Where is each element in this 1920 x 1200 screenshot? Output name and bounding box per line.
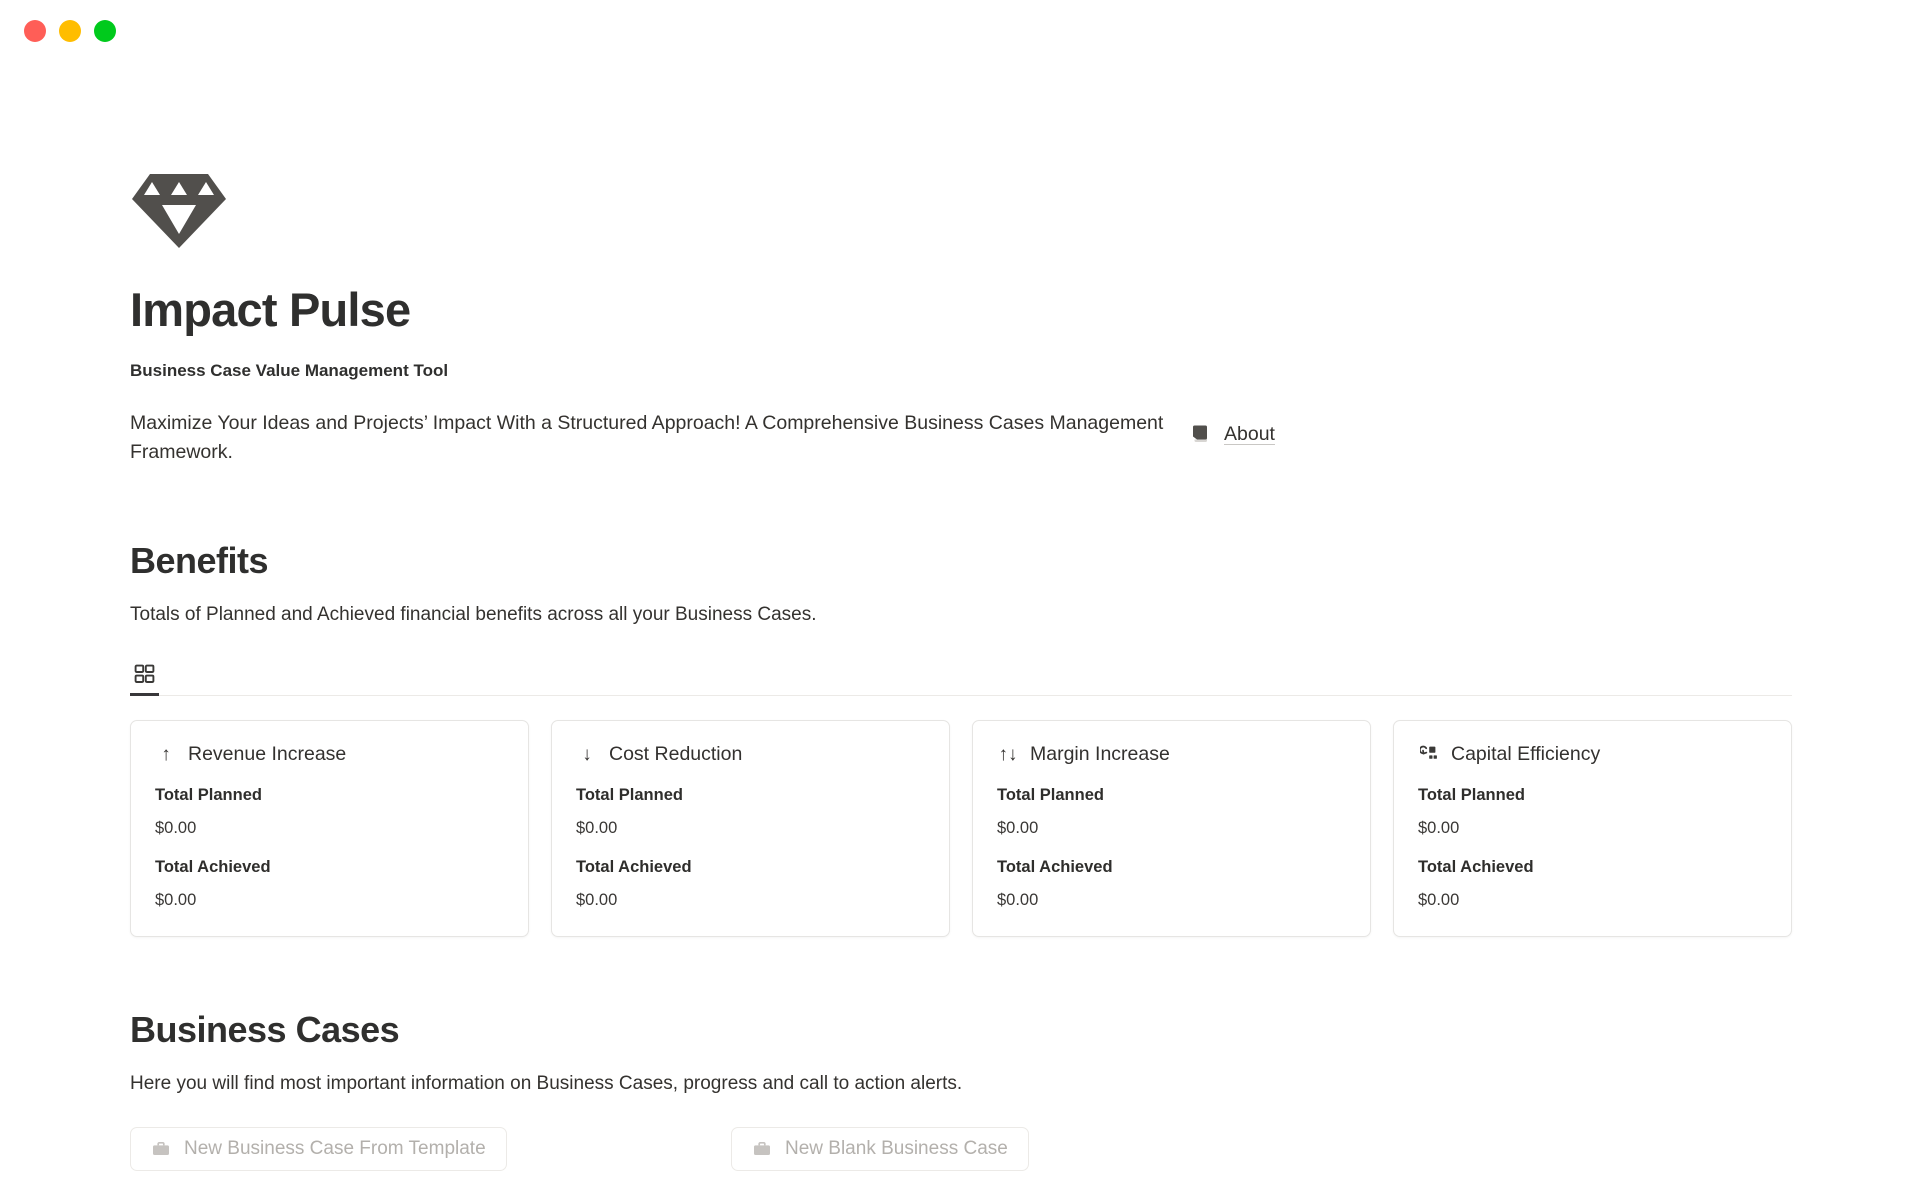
total-achieved-value: $0.00 [1418,890,1460,909]
total-achieved-value: $0.00 [576,890,618,909]
total-planned-value: $0.00 [155,818,197,837]
card-header: ↑↓ Margin Increase [997,743,1346,766]
total-planned-value: $0.00 [1418,818,1460,837]
total-planned-label: Total Planned [155,785,262,804]
new-blank-business-case-button[interactable]: New Blank Business Case [731,1126,1029,1171]
benefit-card-margin-increase[interactable]: ↑↓ Margin Increase Total Planned $0.00 T… [972,719,1371,937]
card-title: Capital Efficiency [1451,742,1601,765]
diamond-icon [132,174,226,248]
business-cases-actions: New Business Case From Template New Blan… [130,1126,1310,1171]
benefit-cards: ↑ Revenue Increase Total Planned $0.00 T… [130,719,1792,937]
window-minimize-button[interactable] [59,20,81,42]
total-achieved-value: $0.00 [997,890,1039,909]
app-subtitle: Business Case Value Management Tool [130,360,449,380]
benefits-viewbar [130,654,1792,696]
hierarchy-icon [1418,743,1440,765]
total-achieved-label: Total Achieved [1418,857,1534,876]
total-planned-label: Total Planned [576,785,683,804]
benefits-section: Benefits Totals of Planned and Achieved … [130,540,1792,937]
total-achieved-value: $0.00 [155,890,197,909]
page-body: Impact Pulse Business Case Value Managem… [0,172,1920,1200]
total-planned-label: Total Planned [997,785,1104,804]
benefits-title: Benefits [130,539,269,581]
total-planned-value: $0.00 [576,818,618,837]
window-close-button[interactable] [24,20,46,42]
total-planned-label: Total Planned [1418,785,1525,804]
business-cases-description: Here you will find most important inform… [130,1072,963,1094]
card-header: ↓ Cost Reduction [576,743,925,766]
benefit-card-capital-efficiency[interactable]: Capital Efficiency Total Planned $0.00 T… [1393,719,1792,937]
business-cases-title: Business Cases [130,1008,400,1050]
card-title: Cost Reduction [609,742,743,765]
benefits-grid-view-tab[interactable] [130,654,159,696]
app-logo [130,172,1792,250]
total-planned-value: $0.00 [997,818,1039,837]
total-achieved-label: Total Achieved [576,857,692,876]
briefcase-icon [151,1139,171,1159]
viewbar-divider [130,694,1792,696]
card-title: Margin Increase [1030,742,1170,765]
card-title: Revenue Increase [188,742,347,765]
new-business-case-from-template-button[interactable]: New Business Case From Template [130,1126,507,1171]
grid-icon [134,665,155,684]
window-titlebar [0,0,1920,62]
about-label: About [1224,422,1275,445]
arrow-down-icon: ↓ [582,743,592,765]
briefcase-icon [752,1139,772,1159]
benefit-card-revenue-increase[interactable]: ↑ Revenue Increase Total Planned $0.00 T… [130,719,529,937]
page-title: Impact Pulse [130,283,411,336]
arrow-up-icon: ↑ [161,743,171,765]
about-link[interactable]: About [1191,423,1275,446]
card-header: ↑ Revenue Increase [155,743,504,766]
card-header: Capital Efficiency [1418,743,1767,766]
business-cases-section: Business Cases Here you will find most i… [130,1009,1792,1200]
app-description: Maximize Your Ideas and Projects’ Impact… [130,411,1164,464]
total-achieved-label: Total Achieved [997,857,1113,876]
button-label: New Business Case From Template [184,1137,486,1159]
benefits-description: Totals of Planned and Achieved financial… [130,603,817,625]
button-label: New Blank Business Case [785,1137,1008,1159]
notebook-icon [1193,425,1207,443]
window-zoom-button[interactable] [94,20,116,42]
total-achieved-label: Total Achieved [155,857,271,876]
arrow-up-down-icon: ↑↓ [998,743,1018,765]
intro-row: Maximize Your Ideas and Projects’ Impact… [130,409,1792,468]
benefit-card-cost-reduction[interactable]: ↓ Cost Reduction Total Planned $0.00 Tot… [551,719,950,937]
